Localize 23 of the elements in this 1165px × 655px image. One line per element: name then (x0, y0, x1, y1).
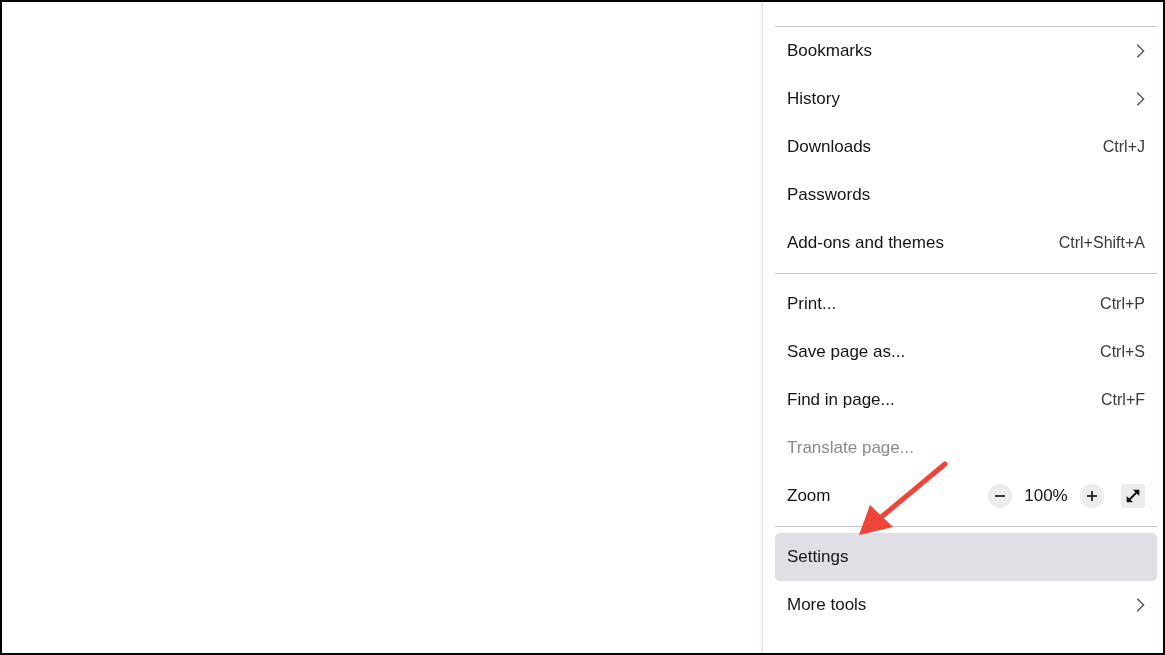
menu-item[interactable]: Save page as... Ctrl+S (775, 328, 1157, 376)
fullscreen-button[interactable] (1121, 484, 1145, 508)
zoom-in-button[interactable] (1080, 484, 1104, 508)
shortcut-text: Ctrl+S (1100, 343, 1145, 361)
menu-item[interactable]: Settings (775, 533, 1157, 581)
shortcut-text: Ctrl+F (1101, 391, 1145, 409)
shortcut-text: Ctrl+P (1100, 295, 1145, 313)
menu-item[interactable]: Passwords (775, 171, 1157, 219)
zoom-out-button[interactable] (988, 484, 1012, 508)
diagonal-arrows-icon (1124, 487, 1142, 505)
shortcut-text: Ctrl+J (1102, 138, 1145, 156)
menu-item[interactable]: More tools (775, 581, 1157, 629)
minus-icon (995, 495, 1005, 497)
shortcut-text: Ctrl+Shift+A (1058, 234, 1145, 252)
menu-item[interactable]: Add-ons and themes Ctrl+Shift+A (775, 219, 1157, 267)
menu-item[interactable]: Zoom 100% (775, 472, 1157, 520)
menu-item[interactable]: History (775, 75, 1157, 123)
menu-item[interactable]: Bookmarks (775, 27, 1157, 75)
menu-item[interactable]: Find in page... Ctrl+F (775, 376, 1157, 424)
plus-icon (1087, 491, 1097, 501)
zoom-level-text: 100% (1023, 486, 1069, 506)
menu-item[interactable]: Downloads Ctrl+J (775, 123, 1157, 171)
menu-item[interactable]: Print... Ctrl+P (775, 280, 1157, 328)
